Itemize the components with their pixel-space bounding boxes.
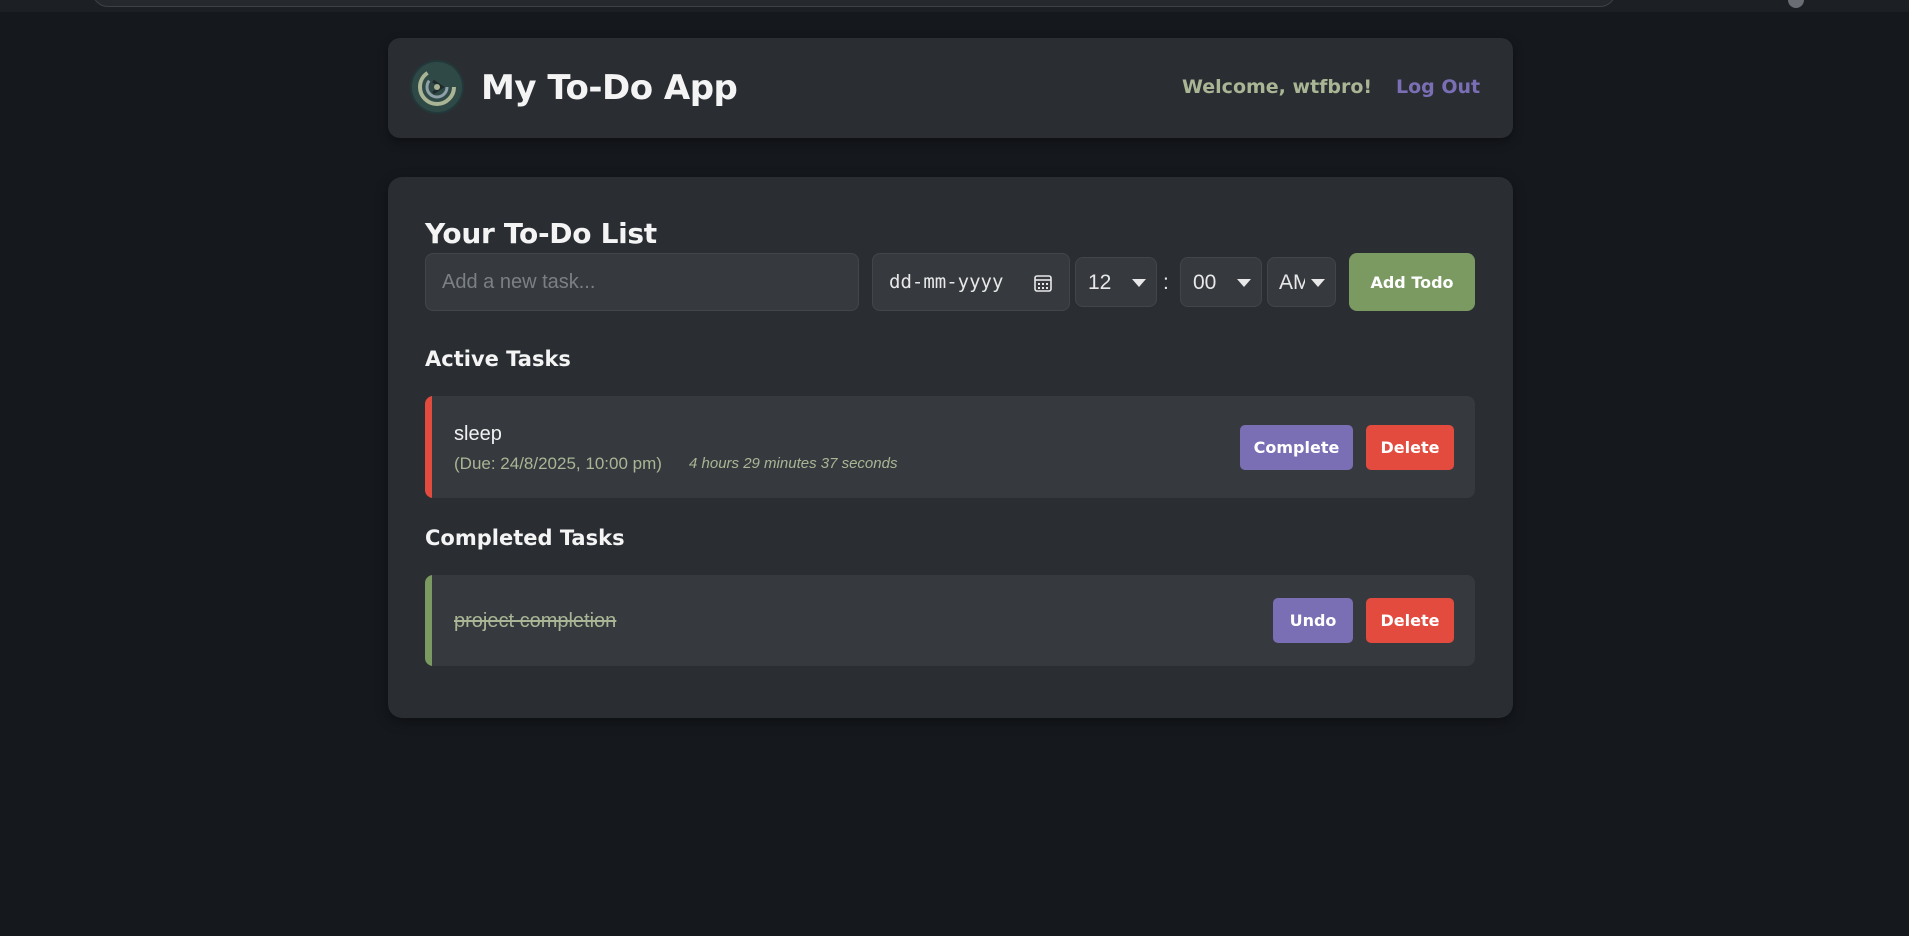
- browser-chrome-remnant: [0, 0, 1909, 12]
- new-task-input[interactable]: [425, 253, 859, 311]
- browser-profile-icon[interactable]: [1788, 0, 1804, 8]
- chevron-down-icon: [1132, 279, 1146, 287]
- app-logo-icon: [412, 62, 462, 112]
- delete-button[interactable]: Delete: [1366, 598, 1454, 643]
- task-due-date: (Due: 24/8/2025, 10:00 pm): [454, 454, 662, 473]
- task-name: sleep: [454, 423, 502, 445]
- calendar-icon[interactable]: [1033, 273, 1053, 298]
- app-title: My To-Do App: [481, 68, 738, 108]
- delete-button[interactable]: Delete: [1366, 425, 1454, 470]
- welcome-message: Welcome, wtfbro!: [1182, 76, 1373, 98]
- add-todo-button[interactable]: Add Todo: [1349, 253, 1475, 311]
- priority-indicator: [425, 396, 432, 498]
- hour-select[interactable]: 12: [1075, 257, 1157, 307]
- due-date-input[interactable]: dd-mm-yyyy: [872, 253, 1070, 311]
- ampm-select[interactable]: AM: [1267, 257, 1336, 307]
- complete-button[interactable]: Complete: [1240, 425, 1353, 470]
- completed-indicator: [425, 575, 432, 666]
- logout-link[interactable]: Log Out: [1396, 76, 1480, 98]
- chevron-down-icon: [1311, 279, 1325, 287]
- todo-card: Your To-Do List dd-mm-yyyy 12 : 00 AM: [388, 177, 1513, 718]
- completed-tasks-heading: Completed Tasks: [425, 526, 625, 550]
- browser-address-bar[interactable]: [92, 0, 1616, 7]
- completed-task-name: project completion: [454, 610, 617, 632]
- hour-value: 12: [1088, 271, 1112, 294]
- active-tasks-heading: Active Tasks: [425, 347, 571, 371]
- minute-select[interactable]: 00: [1180, 257, 1262, 307]
- time-separator: :: [1163, 271, 1169, 294]
- due-date-placeholder: dd-mm-yyyy: [889, 271, 1004, 293]
- active-task-row: sleep (Due: 24/8/2025, 10:00 pm) 4 hours…: [425, 396, 1475, 498]
- completed-task-row: project completion Undo Delete: [425, 575, 1475, 666]
- minute-value: 00: [1193, 271, 1217, 294]
- undo-button[interactable]: Undo: [1273, 598, 1353, 643]
- todo-list-title: Your To-Do List: [425, 217, 657, 250]
- app-header: My To-Do App Welcome, wtfbro! Log Out: [388, 38, 1513, 138]
- chevron-down-icon: [1237, 279, 1251, 287]
- ampm-value: AM: [1279, 271, 1305, 294]
- task-countdown: 4 hours 29 minutes 37 seconds: [689, 455, 898, 472]
